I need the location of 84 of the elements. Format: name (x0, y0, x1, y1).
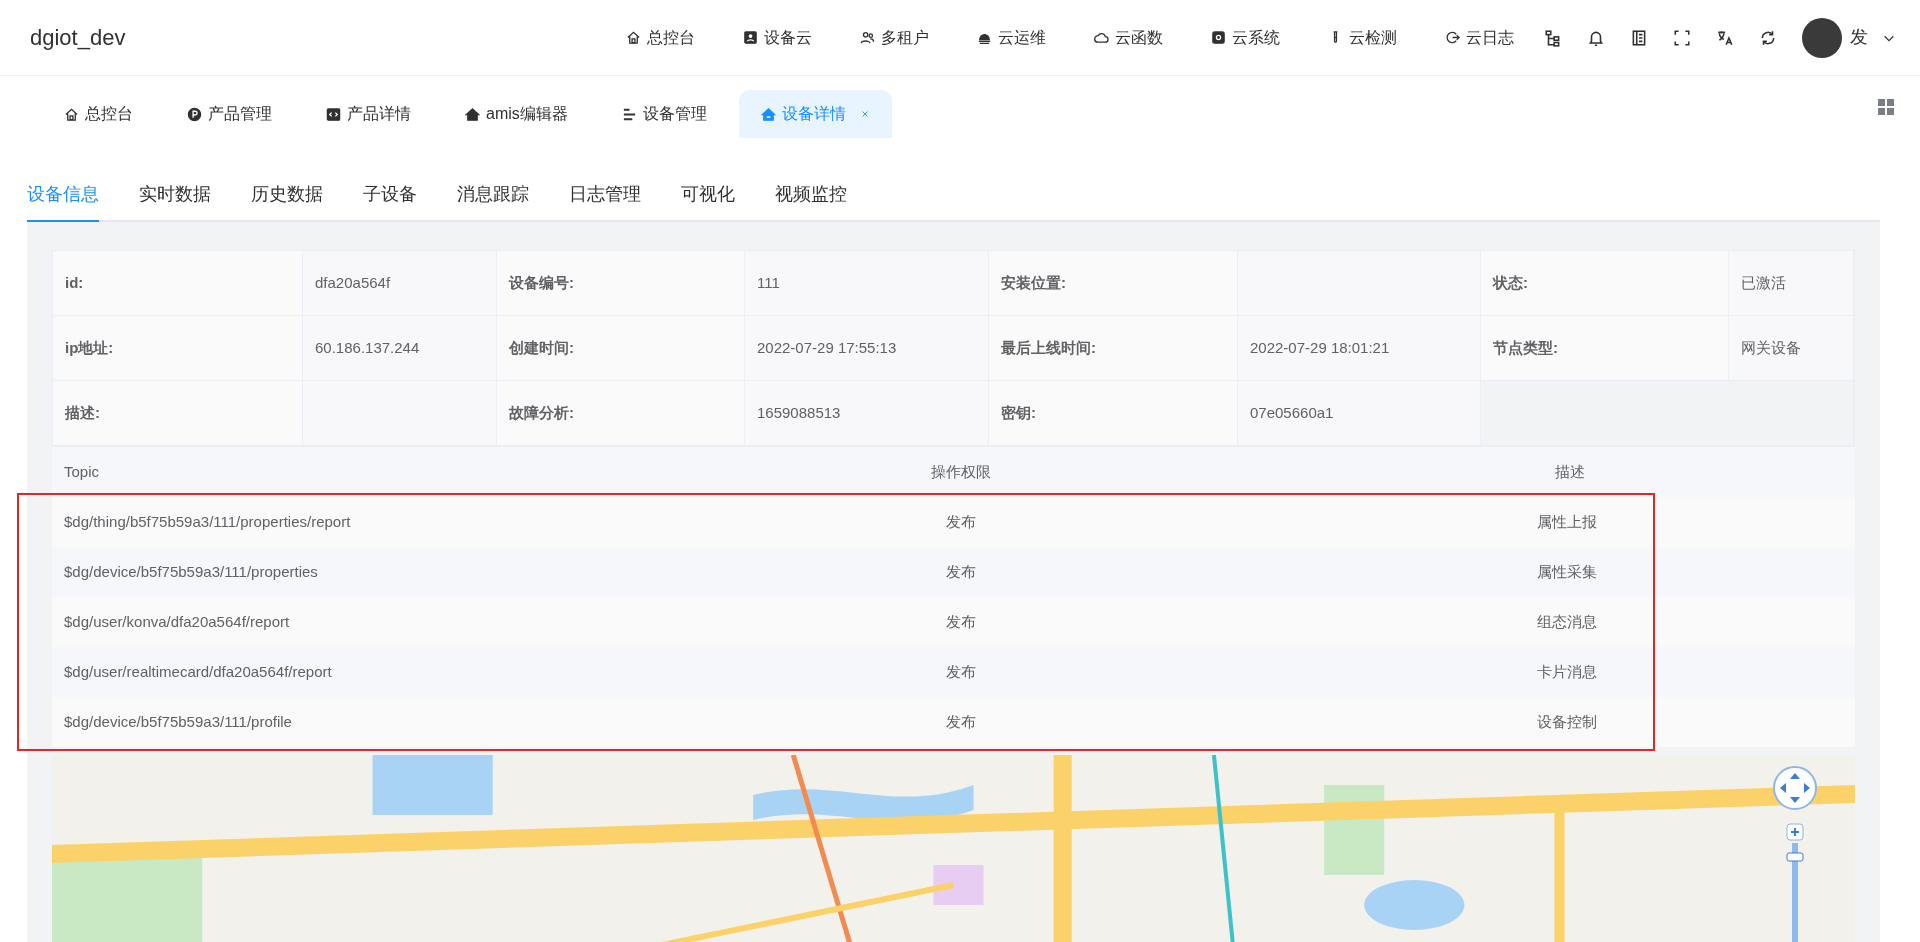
tab[interactable]: 产品详情 (304, 90, 433, 138)
refresh-icon[interactable] (1759, 28, 1777, 47)
avatar-icon[interactable] (1802, 17, 1842, 58)
gear-icon (1211, 30, 1226, 45)
tab[interactable]: 视频监控 (775, 181, 847, 222)
nav-link[interactable]: 总控台 (626, 25, 695, 50)
table-cell-text: 发布 (946, 711, 976, 732)
table-cell-text: 发布 (946, 561, 976, 582)
field-label: ip地址: (53, 316, 303, 381)
translate-icon[interactable] (1716, 28, 1734, 47)
field-label: 节点类型: (1481, 316, 1729, 381)
close-icon[interactable] (859, 109, 870, 119)
field-value: 1659088513 (745, 381, 989, 446)
table-cell-text: $dg/device/b5f75b59a3/111/profile (63, 711, 293, 732)
app-brand[interactable]: dgiot_dev (30, 21, 126, 54)
zoom-slider[interactable] (1786, 843, 1804, 942)
tab[interactable]: amis编辑器 (443, 90, 590, 138)
field-value: 07e05660a1 (1238, 381, 1481, 446)
nav-link[interactable]: 云日志 (1445, 25, 1514, 50)
bars-icon (621, 106, 637, 122)
tab[interactable]: 总控台 (42, 90, 155, 138)
column-header: 操作权限 (931, 461, 991, 482)
nav-link[interactable]: 多租户 (860, 25, 929, 50)
tab[interactable]: 可视化 (681, 181, 735, 222)
nav-link[interactable]: 云系统 (1211, 25, 1280, 50)
tab[interactable]: 子设备 (363, 181, 417, 222)
users-icon (860, 30, 875, 45)
user-name[interactable]: 发 (1850, 24, 1868, 51)
tab[interactable]: 历史数据 (251, 181, 323, 222)
field-value: 60.186.137.244 (303, 316, 497, 381)
logout-icon (1445, 30, 1460, 45)
house-icon (465, 106, 480, 122)
cloud-icon (1094, 30, 1109, 45)
field-value: dfa20a564f (303, 251, 497, 316)
field-label: 描述: (53, 381, 303, 446)
grid-icon[interactable] (1878, 99, 1894, 115)
field-value: 111 (745, 251, 989, 316)
nav-link[interactable]: 设备云 (743, 25, 812, 50)
sitemap-icon[interactable] (1544, 28, 1562, 47)
column-header: 描述 (1555, 461, 1585, 482)
field-label: 故障分析: (497, 381, 745, 446)
tab[interactable]: 设备管理 (599, 90, 729, 138)
table-cell-text: 属性上报 (1537, 511, 1597, 532)
nav-link[interactable]: 云函数 (1094, 25, 1163, 50)
table-cell-text: 卡片消息 (1537, 661, 1597, 682)
p-circle-icon (187, 106, 202, 122)
field-value: 已激活 (1729, 251, 1854, 316)
field-label: 状态: (1481, 251, 1729, 316)
id-card-icon (743, 30, 758, 45)
field-label: 安装位置: (989, 251, 1238, 316)
nav-link[interactable]: 云检测 (1328, 25, 1397, 50)
field-label: 最后上线时间: (989, 316, 1238, 381)
table-cell-text: 发布 (946, 661, 976, 682)
field-value: 2022-07-29 18:01:21 (1238, 316, 1481, 381)
table-cell-text: $dg/user/konva/dfa20a564f/report (63, 611, 291, 632)
home-icon (64, 106, 79, 122)
house-icon (760, 106, 776, 122)
field-label: 设备编号: (497, 251, 745, 316)
slider-thumb[interactable] (1786, 852, 1804, 862)
tab[interactable]: 日志管理 (569, 181, 641, 222)
zoom-in-icon[interactable] (1786, 823, 1804, 841)
nav-link[interactable]: 云运维 (977, 25, 1046, 50)
table-cell-text: 组态消息 (1537, 611, 1597, 632)
pan-control-icon[interactable] (1772, 765, 1818, 811)
field-label: id: (53, 251, 303, 316)
table-cell-text: 发布 (946, 611, 976, 632)
table-cell-text: $dg/device/b5f75b59a3/111/properties (63, 561, 319, 582)
code-icon (326, 106, 341, 122)
book-icon[interactable] (1630, 28, 1648, 47)
table-cell-text: 设备控制 (1537, 711, 1597, 732)
column-header: Topic (63, 461, 101, 482)
field-value: 网关设备 (1729, 316, 1854, 381)
field-label: 密钥: (989, 381, 1238, 446)
table-cell-text: 发布 (946, 511, 976, 532)
field-value: 2022-07-29 17:55:13 (745, 316, 989, 381)
tab[interactable]: 消息跟踪 (457, 181, 529, 222)
home-icon (626, 30, 641, 45)
table-cell-text: $dg/thing/b5f75b59a3/111/properties/report (63, 511, 352, 532)
field-label: 创建时间: (497, 316, 745, 381)
table-cell-text: $dg/user/realtimecard/dfa20a564f/report (63, 661, 333, 682)
tab[interactable]: 实时数据 (139, 181, 211, 222)
fullscreen-icon[interactable] (1673, 28, 1691, 47)
table-cell-text: 属性采集 (1537, 561, 1597, 582)
tab[interactable]: 产品管理 (165, 90, 294, 138)
